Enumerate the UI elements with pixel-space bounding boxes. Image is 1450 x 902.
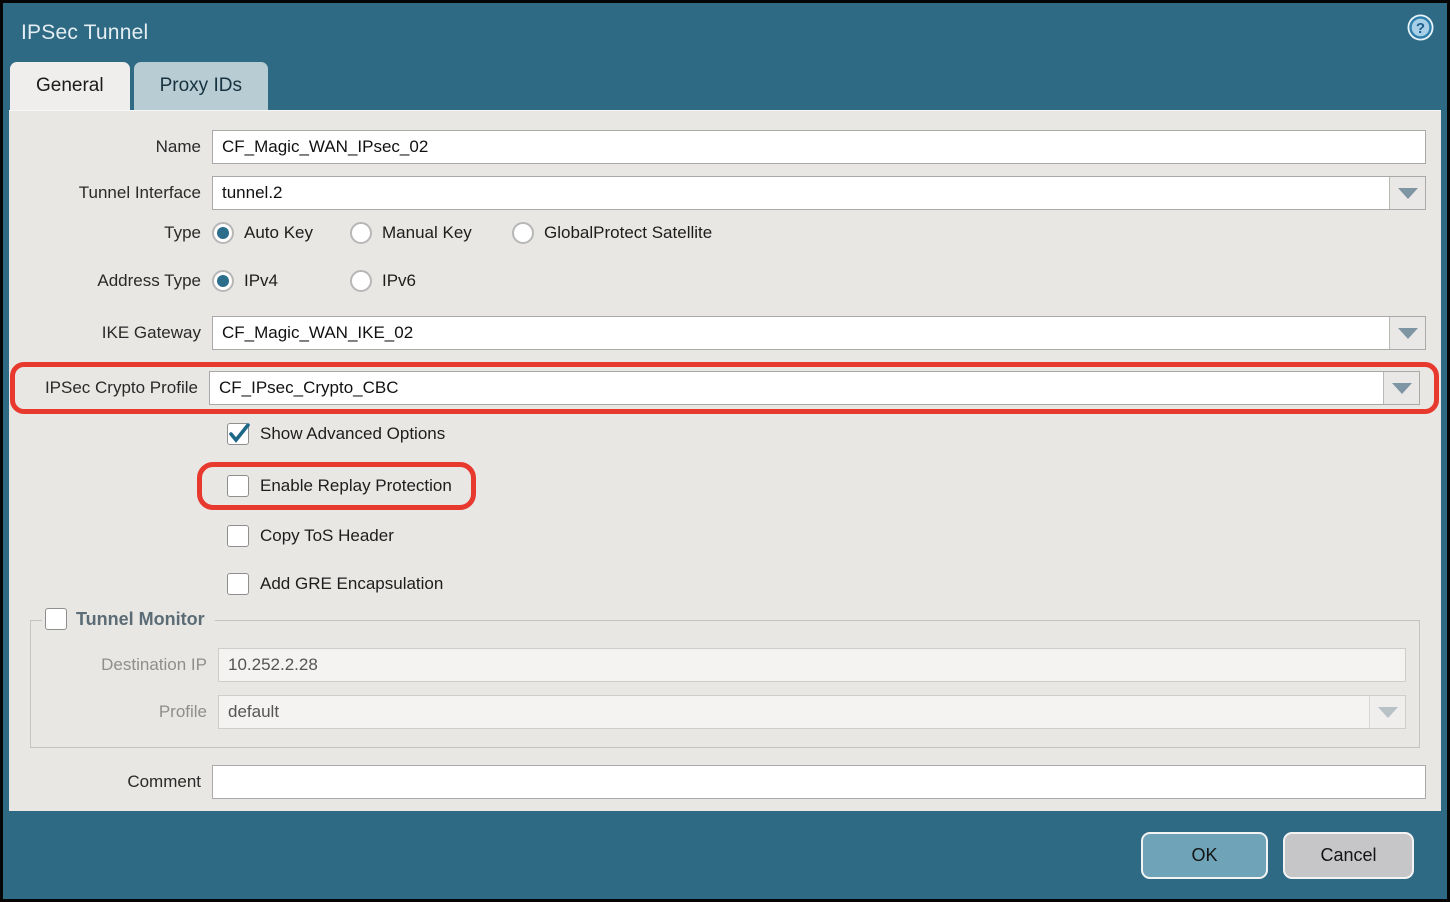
radio-ipv4-control[interactable] [212, 270, 234, 292]
enable-replay-protection-highlight-box: Enable Replay Protection [197, 462, 476, 510]
radio-ipv6-label: IPv6 [382, 271, 416, 291]
tab-proxy-ids-label: Proxy IDs [160, 75, 242, 96]
profile-dropdown-button [1369, 696, 1405, 728]
radio-globalprotect-satellite[interactable]: GlobalProtect Satellite [512, 222, 712, 244]
check-icon [227, 423, 249, 445]
help-icon[interactable]: ? [1407, 14, 1434, 41]
enable-replay-protection-checkbox[interactable] [227, 475, 249, 497]
comment-row: Comment [9, 765, 1426, 799]
dialog-titlebar: IPSec Tunnel ? [3, 3, 1447, 62]
screen: IPSec Tunnel ? General Proxy IDs Name [0, 0, 1450, 902]
ipsec-crypto-profile-row: IPSec Crypto Profile CF_IPsec_Crypto_CBC [15, 371, 1420, 405]
tunnel-interface-value: tunnel.2 [213, 177, 1389, 209]
radio-globalprotect-satellite-control[interactable] [512, 222, 534, 244]
chevron-down-icon [1392, 383, 1412, 394]
tunnel-interface-row: Tunnel Interface tunnel.2 [9, 176, 1426, 210]
tab-general-label: General [36, 75, 104, 96]
tunnel-interface-label: Tunnel Interface [9, 183, 212, 203]
profile-row: Profile default [31, 695, 1406, 729]
radio-ipv4[interactable]: IPv4 [212, 270, 350, 292]
dialog-title: IPSec Tunnel [21, 21, 148, 45]
ike-gateway-value: CF_Magic_WAN_IKE_02 [213, 317, 1389, 349]
ipsec-tunnel-dialog: IPSec Tunnel ? General Proxy IDs Name [3, 3, 1447, 899]
address-type-row: Address Type IPv4 IPv6 [9, 270, 1426, 292]
ipsec-crypto-profile-dropdown-button[interactable] [1383, 372, 1419, 404]
ipsec-crypto-profile-label: IPSec Crypto Profile [15, 378, 209, 398]
ike-gateway-row: IKE Gateway CF_Magic_WAN_IKE_02 [9, 316, 1426, 350]
general-tab-panel: Name Tunnel Interface tunnel.2 [9, 110, 1441, 811]
destination-ip-row: Destination IP 10.252.2.28 [31, 648, 1406, 682]
destination-ip-input: 10.252.2.28 [218, 648, 1406, 682]
tunnel-monitor-legend: Tunnel Monitor [42, 608, 215, 630]
name-row: Name [9, 130, 1426, 164]
chevron-down-icon [1398, 328, 1418, 339]
ike-gateway-select[interactable]: CF_Magic_WAN_IKE_02 [212, 316, 1426, 350]
copy-tos-header-label: Copy ToS Header [260, 526, 394, 546]
ike-gateway-dropdown-button[interactable] [1389, 317, 1425, 349]
type-row: Type Auto Key Manual Key GlobalProtect S… [9, 222, 1426, 244]
radio-manual-key-label: Manual Key [382, 223, 472, 243]
tab-proxy-ids[interactable]: Proxy IDs [134, 62, 268, 110]
comment-input[interactable] [212, 765, 1426, 799]
copy-tos-header-row: Copy ToS Header [227, 524, 1441, 548]
dialog-footer: OK Cancel [3, 811, 1447, 899]
tunnel-monitor-checkbox[interactable] [45, 608, 67, 630]
profile-select: default [218, 695, 1406, 729]
radio-globalprotect-satellite-label: GlobalProtect Satellite [544, 223, 712, 243]
name-label: Name [9, 137, 212, 157]
radio-ipv6[interactable]: IPv6 [350, 270, 416, 292]
radio-ipv4-label: IPv4 [244, 271, 278, 291]
profile-value: default [219, 696, 1369, 728]
tab-general[interactable]: General [10, 62, 130, 110]
radio-manual-key[interactable]: Manual Key [350, 222, 512, 244]
enable-replay-protection-row: Enable Replay Protection [227, 474, 452, 498]
add-gre-encapsulation-row: Add GRE Encapsulation [227, 572, 1441, 596]
show-advanced-options-checkbox[interactable] [227, 423, 249, 445]
show-advanced-options-row: Show Advanced Options [227, 422, 1441, 446]
add-gre-encapsulation-label: Add GRE Encapsulation [260, 574, 443, 594]
destination-ip-label: Destination IP [31, 655, 218, 675]
tunnel-interface-dropdown-button[interactable] [1389, 177, 1425, 209]
radio-manual-key-control[interactable] [350, 222, 372, 244]
ok-button[interactable]: OK [1141, 832, 1268, 879]
svg-text:?: ? [1416, 20, 1425, 37]
radio-ipv6-control[interactable] [350, 270, 372, 292]
show-advanced-options-label: Show Advanced Options [260, 424, 445, 444]
ipsec-crypto-profile-highlight-box: IPSec Crypto Profile CF_IPsec_Crypto_CBC [10, 362, 1439, 414]
add-gre-encapsulation-checkbox[interactable] [227, 573, 249, 595]
chevron-down-icon [1398, 188, 1418, 199]
radio-auto-key-label: Auto Key [244, 223, 313, 243]
radio-auto-key[interactable]: Auto Key [212, 222, 350, 244]
enable-replay-protection-label: Enable Replay Protection [260, 476, 452, 496]
ipsec-crypto-profile-select[interactable]: CF_IPsec_Crypto_CBC [209, 371, 1420, 405]
tunnel-interface-select[interactable]: tunnel.2 [212, 176, 1426, 210]
comment-label: Comment [9, 772, 212, 792]
name-input[interactable] [212, 130, 1426, 164]
ipsec-crypto-profile-value: CF_IPsec_Crypto_CBC [210, 372, 1383, 404]
type-label: Type [9, 223, 212, 243]
tunnel-monitor-label: Tunnel Monitor [76, 609, 205, 630]
tab-bar: General Proxy IDs [3, 62, 1447, 110]
chevron-down-icon [1378, 707, 1398, 718]
profile-label: Profile [31, 702, 218, 722]
cancel-button[interactable]: Cancel [1283, 832, 1414, 879]
copy-tos-header-checkbox[interactable] [227, 525, 249, 547]
tunnel-monitor-fieldset: Tunnel Monitor Destination IP 10.252.2.2… [30, 620, 1420, 748]
address-type-label: Address Type [9, 271, 212, 291]
ike-gateway-label: IKE Gateway [9, 323, 212, 343]
radio-auto-key-control[interactable] [212, 222, 234, 244]
